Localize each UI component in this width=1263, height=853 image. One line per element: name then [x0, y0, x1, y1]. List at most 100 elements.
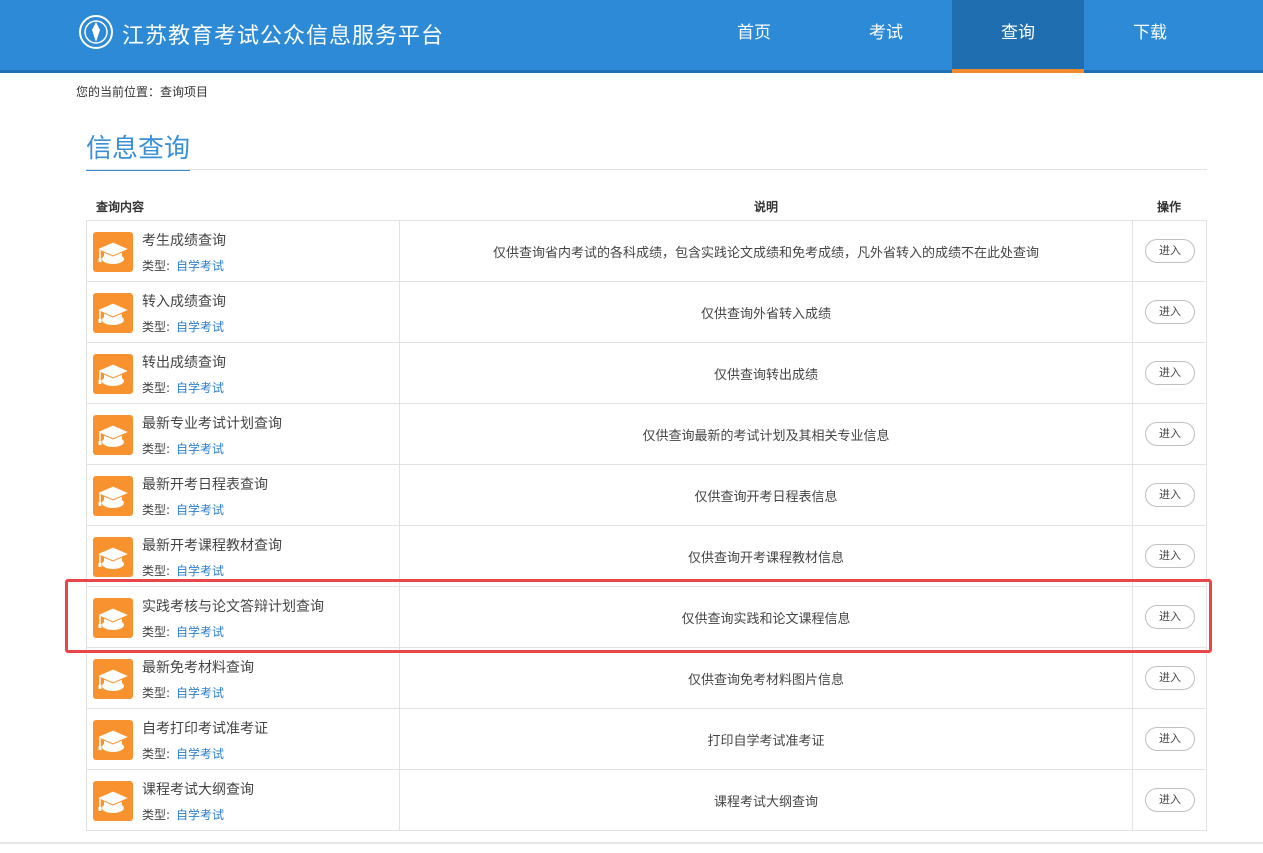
type-label: 类型: [142, 503, 171, 517]
graduation-cap-icon [93, 232, 133, 272]
nav-download[interactable]: 下载 [1084, 0, 1216, 73]
query-description: 仅供查询转出成绩 [400, 343, 1133, 403]
cell-query-content: 最新开考日程表查询类型: 自学考试 [87, 465, 400, 525]
table-row: 最新开考日程表查询类型: 自学考试 仅供查询开考日程表信息 进入 [86, 465, 1207, 526]
query-table: 考生成绩查询 类型: 自学考试 仅供查询省内考试的各科成绩，包含实践论文成绩和免考成绩… [86, 220, 1207, 831]
type-link[interactable]: 自学考试 [176, 503, 224, 517]
query-description: 打印自学考试准考证 [400, 709, 1133, 769]
type-link[interactable]: 自学考试 [176, 442, 224, 456]
type-link[interactable]: 自学考试 [176, 564, 224, 578]
cell-action: 进入 [1133, 648, 1207, 708]
column-header-content: 查询内容 [96, 200, 145, 214]
nav-home[interactable]: 首页 [688, 0, 820, 73]
query-description: 仅供查询最新的考试计划及其相关专业信息 [400, 404, 1133, 464]
enter-button[interactable]: 进入 [1145, 483, 1195, 507]
nav-query[interactable]: 查询 [952, 0, 1084, 73]
cell-action: 进入 [1133, 770, 1207, 830]
type-link[interactable]: 自学考试 [176, 747, 224, 761]
graduation-cap-icon [93, 598, 133, 638]
enter-button[interactable]: 进入 [1145, 422, 1195, 446]
cell-action: 进入 [1133, 709, 1207, 769]
query-item-title[interactable]: 课程考试大纲查询 [142, 779, 254, 799]
cell-query-content: 最新开考课程教材查询类型: 自学考试 [87, 526, 400, 586]
type-link[interactable]: 自学考试 [176, 808, 224, 822]
cell-query-content: 转出成绩查询 类型: 自学考试 [87, 343, 400, 403]
cell-action: 进入 [1133, 465, 1207, 525]
query-item-type: 类型: 自学考试 [142, 501, 224, 518]
query-item-title[interactable]: 自考打印考试准考证 [142, 718, 268, 738]
cell-action: 进入 [1133, 526, 1207, 586]
query-item-type: 类型: 自学考试 [142, 623, 224, 640]
graduation-cap-icon [93, 781, 133, 821]
query-description: 仅供查询实践和论文课程信息 [400, 587, 1133, 647]
column-header-description: 说明 [754, 200, 779, 214]
graduation-cap-icon [93, 720, 133, 760]
graduation-cap-icon [93, 659, 133, 699]
graduation-cap-icon [93, 354, 133, 394]
type-label: 类型: [142, 442, 171, 456]
nav-exam[interactable]: 考试 [820, 0, 952, 73]
query-item-type: 类型: 自学考试 [142, 806, 224, 823]
enter-button[interactable]: 进入 [1145, 361, 1195, 385]
table-row: 课程考试大纲查询 类型: 自学考试 课程考试大纲查询 进入 [86, 770, 1207, 831]
query-item-title[interactable]: 转出成绩查询 [142, 352, 226, 372]
query-item-title[interactable]: 最新开考日程表查询 [142, 474, 268, 494]
cell-query-content: 考生成绩查询类型: 自学考试 [87, 221, 400, 281]
query-description: 仅供查询外省转入成绩 [400, 282, 1133, 342]
table-row: 最新开考课程教材查询类型: 自学考试 仅供查询开考课程教材信息 进入 [86, 526, 1207, 587]
cell-action: 进入 [1133, 404, 1207, 464]
query-item-title[interactable]: 最新免考材料查询 [142, 657, 254, 677]
cell-query-content: 最新免考材料查询类型: 自学考试 [87, 648, 400, 708]
query-description: 仅供查询开考日程表信息 [400, 465, 1133, 525]
enter-button[interactable]: 进入 [1145, 788, 1195, 812]
type-link[interactable]: 自学考试 [176, 625, 224, 639]
query-item-title[interactable]: 转入成绩查询 [142, 291, 226, 311]
graduation-cap-icon [93, 415, 133, 455]
type-label: 类型: [142, 259, 171, 273]
type-link[interactable]: 自学考试 [176, 381, 224, 395]
type-link[interactable]: 自学考试 [176, 259, 224, 273]
type-label: 类型: [142, 747, 171, 761]
enter-button[interactable]: 进入 [1145, 300, 1195, 324]
enter-button[interactable]: 进入 [1145, 605, 1195, 629]
cell-action: 进入 [1133, 221, 1207, 281]
cell-query-content: 最新专业考试计划查询类型: 自学考试 [87, 404, 400, 464]
emblem-logo-icon[interactable] [78, 14, 114, 50]
query-item-type: 类型: 自学考试 [142, 440, 224, 457]
query-item-type: 类型: 自学考试 [142, 684, 224, 701]
main-nav: 首页 考试 查询 下载 [688, 0, 1216, 73]
type-label: 类型: [142, 564, 171, 578]
query-description: 仅供查询开考课程教材信息 [400, 526, 1133, 586]
query-item-title[interactable]: 最新专业考试计划查询 [142, 413, 282, 433]
query-item-title[interactable]: 最新开考课程教材查询 [142, 535, 282, 555]
cell-query-content: 实践考核与论文答辩计划查询 类型: 自学考试 [87, 587, 400, 647]
page-title: 信息查询 [86, 128, 191, 171]
table-row: 考生成绩查询 类型: 自学考试 仅供查询省内考试的各科成绩，包含实践论文成绩和免考成绩… [86, 221, 1207, 282]
site-header: 江苏教育考试公众信息服务平台 首页 考试 查询 下载 [0, 0, 1263, 73]
title-divider [86, 169, 1207, 170]
cell-query-content: 课程考试大纲查询 类型: 自学考试 [87, 770, 400, 830]
table-row: 转入成绩查询 类型: 自学考试 仅供查询外省转入成绩 进入 [86, 282, 1207, 343]
cell-action: 进入 [1133, 343, 1207, 403]
enter-button[interactable]: 进入 [1145, 239, 1195, 263]
type-link[interactable]: 自学考试 [176, 320, 224, 334]
table-row: 实践考核与论文答辩计划查询 类型: 自学考试 仅供查询实践和论文课程信息 进入 [86, 587, 1207, 648]
graduation-cap-icon [93, 476, 133, 516]
breadcrumb: 您的当前位置：查询项目 [76, 85, 209, 99]
enter-button[interactable]: 进入 [1145, 666, 1195, 690]
enter-button[interactable]: 进入 [1145, 544, 1195, 568]
type-label: 类型: [142, 686, 171, 700]
query-item-title[interactable]: 实践考核与论文答辩计划查询 [142, 596, 324, 616]
graduation-cap-icon [93, 293, 133, 333]
query-description: 仅供查询免考材料图片信息 [400, 648, 1133, 708]
enter-button[interactable]: 进入 [1145, 727, 1195, 751]
site-title[interactable]: 江苏教育考试公众信息服务平台 [122, 18, 444, 50]
table-row: 自考打印考试准考证类型: 自学考试 打印自学考试准考证 进入 [86, 709, 1207, 770]
query-item-type: 类型: 自学考试 [142, 562, 224, 579]
query-item-type: 类型: 自学考试 [142, 745, 224, 762]
type-link[interactable]: 自学考试 [176, 686, 224, 700]
cell-action: 进入 [1133, 282, 1207, 342]
query-item-title[interactable]: 考生成绩查询 [142, 230, 226, 250]
query-description: 课程考试大纲查询 [400, 770, 1133, 830]
page-bottom-divider [0, 842, 1263, 844]
